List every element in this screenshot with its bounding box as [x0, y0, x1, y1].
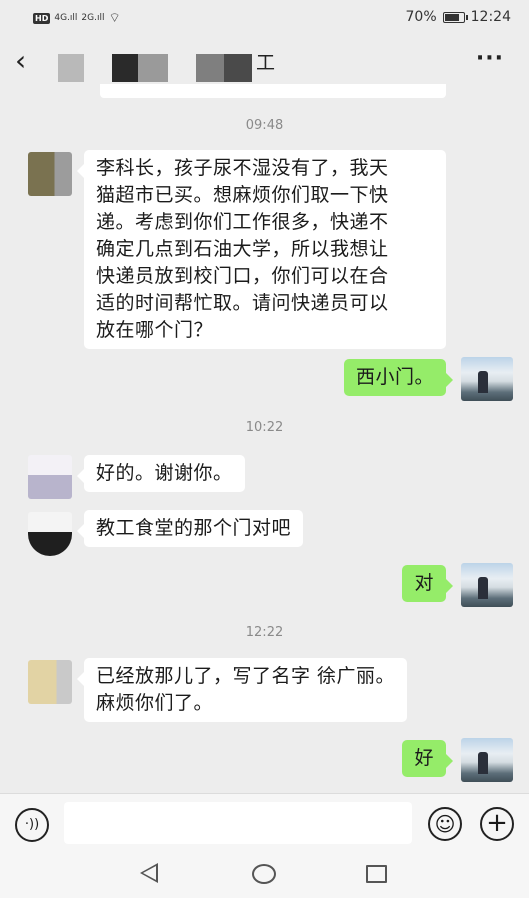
- status-left: HD 4G.ıll 2G.ıll ⌔: [33, 10, 121, 26]
- message-text: 好的。谢谢你。: [96, 462, 233, 484]
- outgoing-message-bubble[interactable]: 西小门。: [343, 359, 454, 396]
- timestamp: 10:22: [245, 420, 284, 435]
- message-line: 快递员放到校门口，你们可以在合: [96, 265, 389, 287]
- message-text: 好: [414, 747, 434, 769]
- message-text: 对: [414, 572, 434, 594]
- emoji-icon[interactable]: ☺: [428, 807, 462, 841]
- triangle-back-icon[interactable]: [140, 863, 158, 883]
- hd-badge: HD: [33, 12, 51, 24]
- my-avatar[interactable]: [461, 563, 513, 607]
- incoming-message-bubble[interactable]: 好的。谢谢你。: [77, 455, 245, 492]
- message-line: 猫超市已买。想麻烦你们取一下快: [96, 184, 389, 206]
- outgoing-message-bubble[interactable]: 对: [402, 565, 453, 602]
- my-avatar[interactable]: [461, 738, 513, 782]
- battery-percent: 70%: [405, 9, 437, 25]
- battery-fill: [444, 13, 459, 21]
- wifi-icon: ⌔: [108, 11, 121, 26]
- status-right: 70% 12:24: [406, 9, 511, 25]
- title-redacted-block: [112, 54, 138, 82]
- message-line: 李科长，孩子尿不湿没有了，我天: [96, 157, 389, 179]
- avatar-figure: [478, 577, 488, 599]
- message-input[interactable]: [64, 802, 412, 844]
- avatar-figure: [478, 371, 488, 393]
- message-line: 麻烦你们了。: [96, 692, 214, 714]
- message-line: 已经放那儿了，写了名字 徐广丽。: [96, 665, 396, 687]
- square-recents-icon[interactable]: [366, 865, 387, 883]
- contact-avatar[interactable]: [28, 152, 72, 196]
- message-line: 适的时间帮忙取。请问快递员可以: [96, 292, 389, 314]
- previous-message-bubble: [100, 84, 446, 98]
- circle-home-icon[interactable]: [252, 864, 276, 884]
- chat-title: 工: [256, 52, 276, 74]
- incoming-message-bubble[interactable]: 已经放那儿了，写了名字 徐广丽。 麻烦你们了。: [76, 658, 408, 722]
- message-line: 递。考虑到你们工作很多，快递不: [96, 211, 389, 233]
- avatar-figure: [478, 752, 488, 774]
- my-avatar[interactable]: [461, 357, 513, 401]
- incoming-message-bubble[interactable]: 教工食堂的那个门对吧: [76, 510, 304, 547]
- contact-avatar[interactable]: [28, 660, 72, 704]
- title-redacted-block: [138, 54, 168, 82]
- signal-icon: 2G.ıll: [81, 13, 105, 23]
- title-redacted-block: [58, 54, 84, 82]
- timestamp: 09:48: [245, 118, 284, 133]
- title-redacted-block: [224, 54, 252, 82]
- battery-icon: [442, 11, 468, 23]
- plus-icon[interactable]: +: [480, 807, 514, 841]
- signal-icon: 4G.ıll: [54, 13, 78, 23]
- status-bar: HD 4G.ıll 2G.ıll ⌔ 70% 12:24: [0, 0, 529, 36]
- title-redacted-block: [196, 54, 224, 82]
- input-bar: ·)) ☺ +: [0, 793, 529, 851]
- contact-avatar[interactable]: [28, 455, 72, 499]
- message-line: 确定几点到石油大学，所以我想让: [96, 238, 389, 260]
- outgoing-message-bubble[interactable]: 好: [402, 740, 453, 777]
- contact-avatar[interactable]: [28, 512, 72, 556]
- more-options-button[interactable]: ···: [476, 46, 504, 71]
- timestamp: 12:22: [245, 625, 284, 640]
- signal-2-label: 2G: [81, 13, 95, 23]
- system-nav-bar: [0, 851, 529, 898]
- message-line: 放在哪个门？: [96, 319, 214, 341]
- voice-icon[interactable]: ·)): [15, 808, 49, 842]
- chat-header: ‹ 工 ···: [0, 36, 529, 88]
- message-text: 西小门。: [355, 366, 434, 388]
- clock: 12:24: [470, 9, 511, 25]
- signal-1-label: 4G: [54, 13, 68, 23]
- incoming-message-bubble[interactable]: 李科长，孩子尿不湿没有了，我天 猫超市已买。想麻烦你们取一下快 递。考虑到你们工…: [77, 150, 446, 349]
- message-text: 教工食堂的那个门对吧: [96, 517, 292, 539]
- back-button[interactable]: ‹: [15, 44, 26, 77]
